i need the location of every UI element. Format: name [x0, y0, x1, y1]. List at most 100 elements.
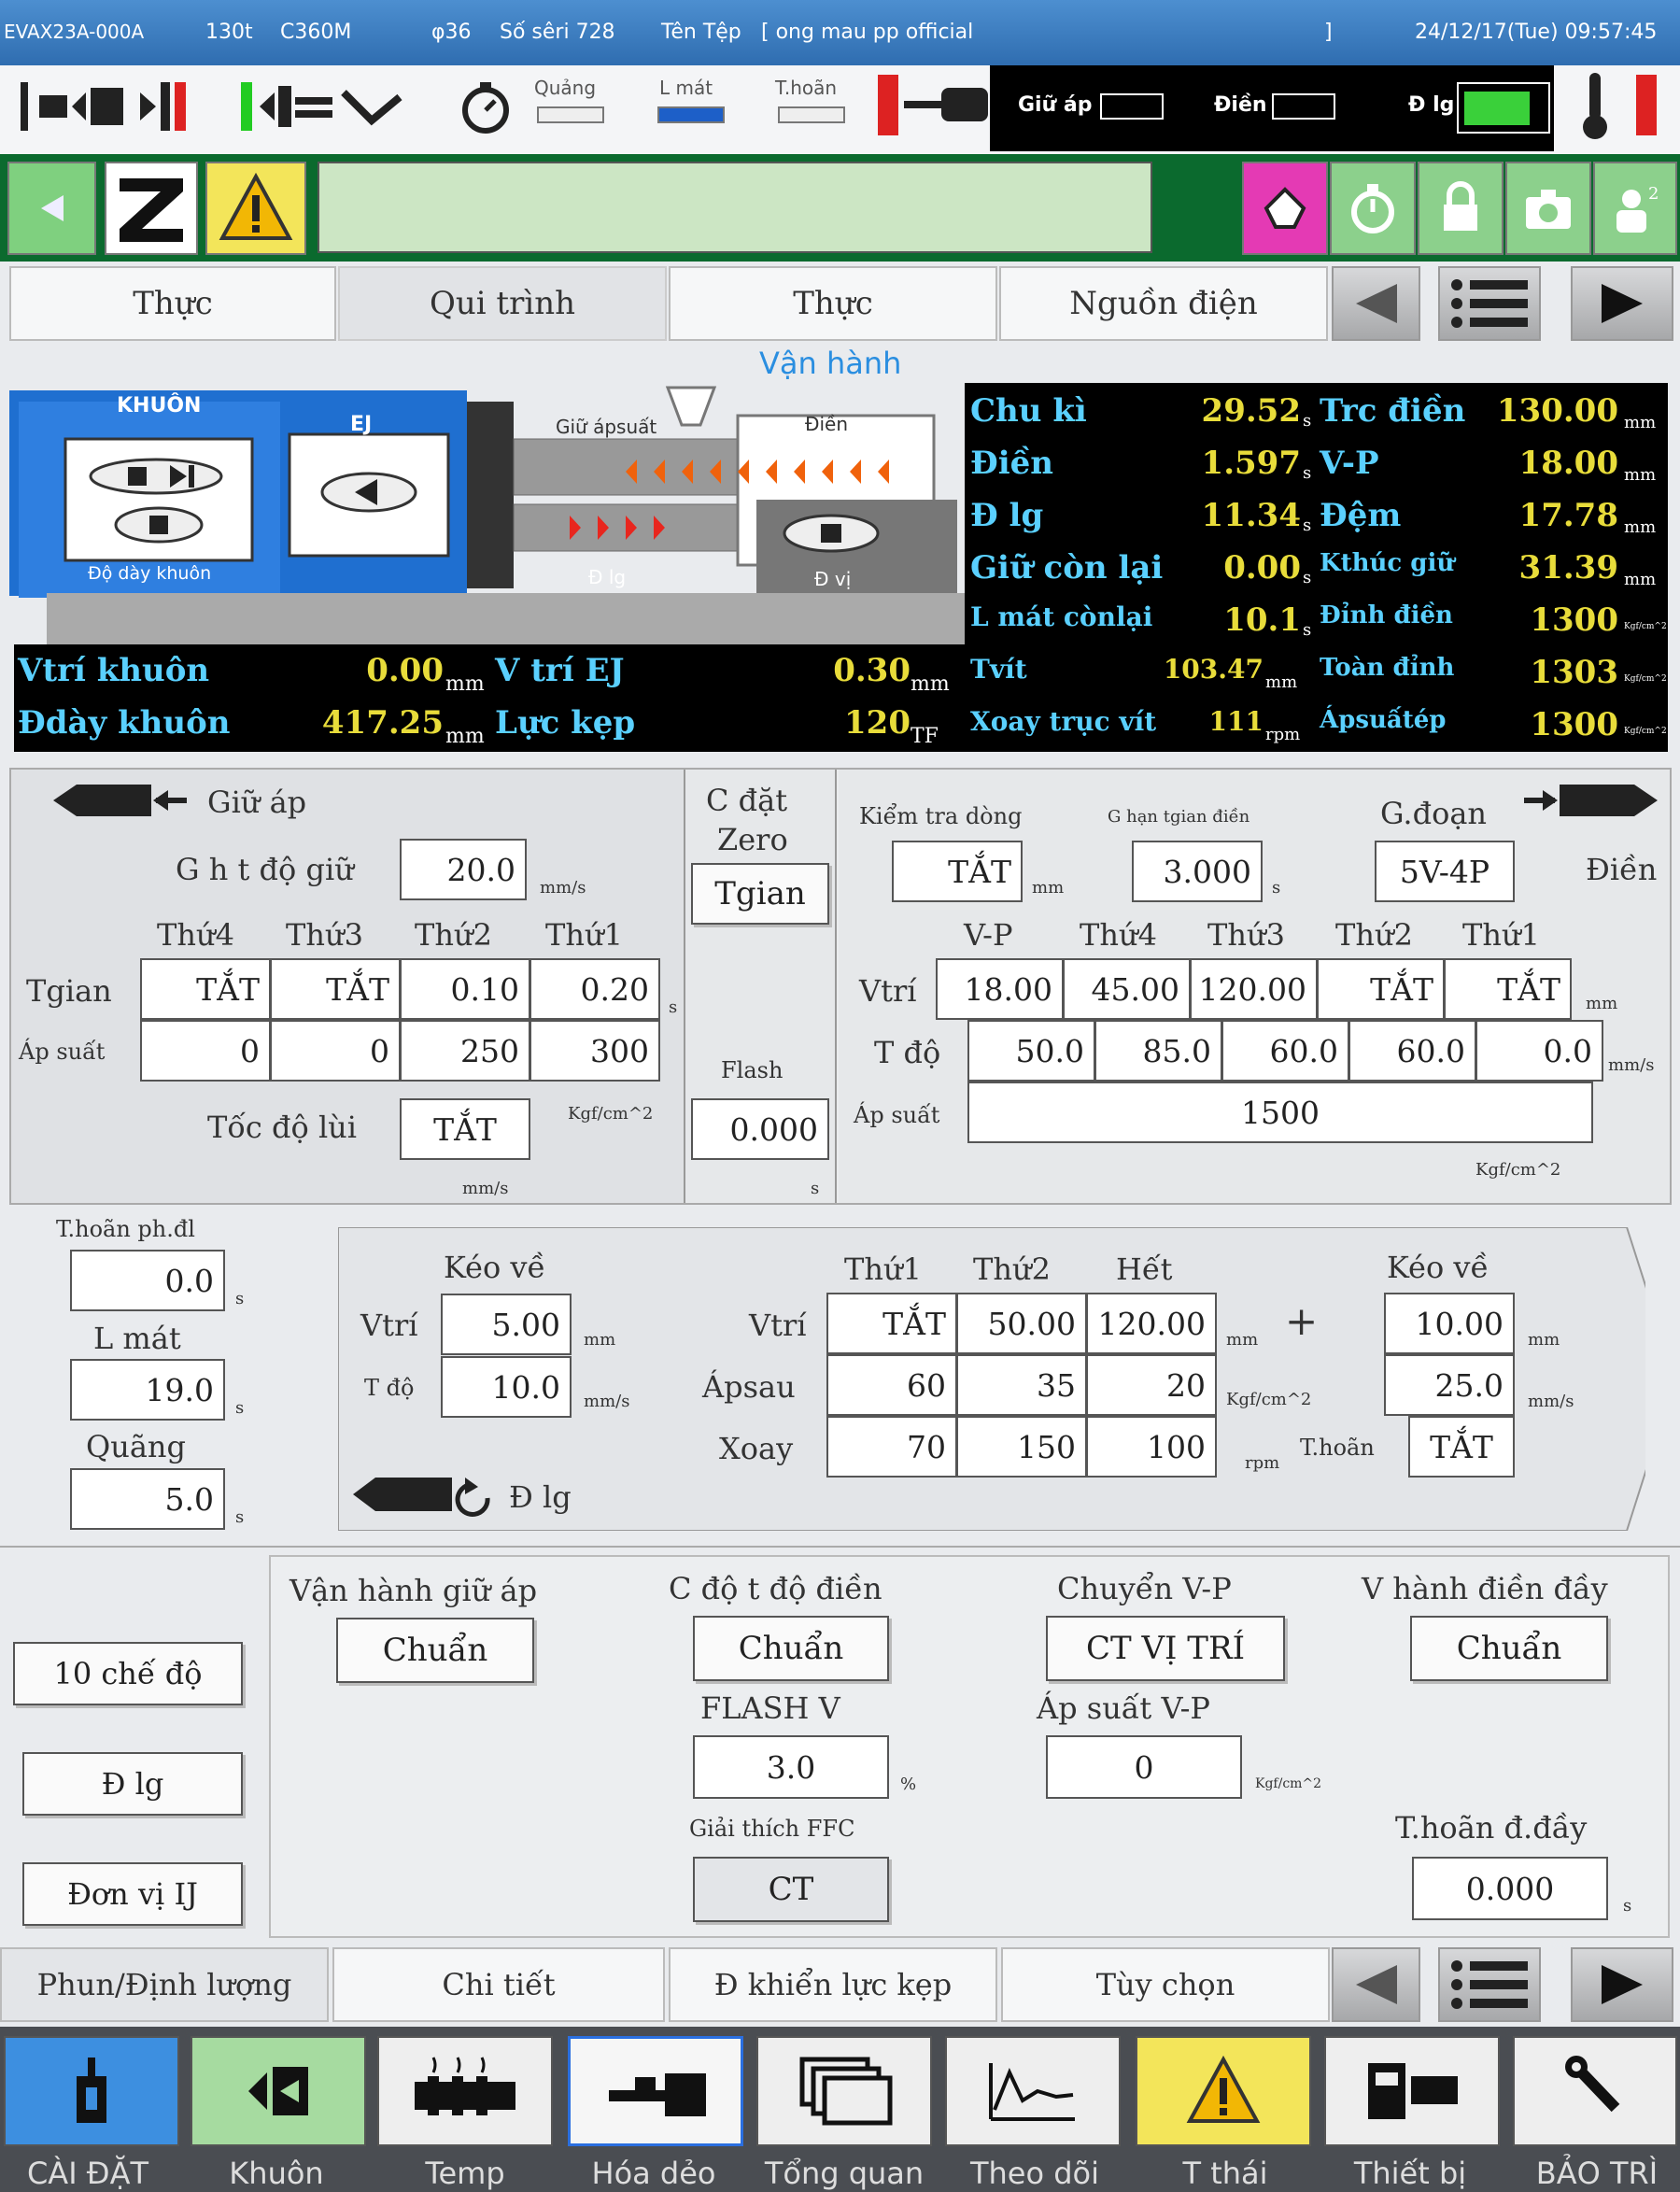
tab-options[interactable]: Tùy chọn: [1001, 1947, 1330, 2022]
back-speed-input[interactable]: TẮT: [400, 1098, 530, 1160]
lock-button[interactable]: [1418, 162, 1504, 255]
mold-stop-icon[interactable]: [112, 506, 205, 544]
charge-mode-button[interactable]: Đ lg: [22, 1752, 243, 1816]
suck-back-2-speed-input[interactable]: 25.0: [1384, 1354, 1515, 1416]
hold-pressure-4[interactable]: 0: [140, 1020, 271, 1082]
flash-unit: s: [811, 1179, 820, 1198]
mold-open-close-icon[interactable]: [86, 458, 226, 495]
suck-pos-input[interactable]: 5.00: [441, 1294, 572, 1355]
tab-next-button[interactable]: [1571, 266, 1673, 341]
ffc-button[interactable]: CT: [693, 1857, 889, 1922]
warning-button[interactable]: [205, 162, 306, 255]
charge-pos-2[interactable]: 50.00: [956, 1293, 1087, 1354]
hold-time-4[interactable]: TẮT: [140, 958, 271, 1020]
pack-delay-input[interactable]: 0.000: [1412, 1857, 1608, 1920]
warning-icon: [219, 172, 293, 240]
nav-temp-button[interactable]: [377, 2036, 553, 2146]
ten-modes-button[interactable]: 10 chế độ: [13, 1642, 243, 1705]
flash-input[interactable]: 0.000: [691, 1098, 829, 1160]
tab-prev-button[interactable]: [1332, 266, 1420, 341]
vp-switch-button[interactable]: CT VỊ TRÍ: [1046, 1616, 1285, 1681]
tab-details[interactable]: Chi tiết: [332, 1947, 665, 2022]
nav-monitor-button[interactable]: [945, 2036, 1121, 2146]
timer-button[interactable]: [1330, 162, 1416, 255]
tab-power[interactable]: Nguồn điện: [999, 266, 1328, 341]
inject-pos-4[interactable]: 45.00: [1063, 958, 1191, 1020]
hold-mode-button[interactable]: Chuẩn: [336, 1618, 534, 1683]
tab-clamp-control[interactable]: Đ khiển lực kẹp: [669, 1947, 997, 2022]
ij-unit-button[interactable]: Đơn vị IJ: [22, 1862, 243, 1926]
back-button[interactable]: [7, 162, 96, 255]
tab-actual-1[interactable]: Thực: [9, 266, 336, 341]
back-pressure-1[interactable]: 60: [826, 1354, 957, 1416]
injection-unit-icon[interactable]: [780, 514, 882, 553]
inject-speed-label: T độ: [874, 1035, 941, 1070]
nav-setup-button[interactable]: [4, 2036, 179, 2146]
inject-speed-3[interactable]: 60.0: [1221, 1020, 1349, 1082]
back-pressure-end[interactable]: 20: [1086, 1354, 1217, 1416]
interval-label: Quảng: [534, 77, 597, 99]
pack-mode-button[interactable]: Chuẩn: [1410, 1616, 1608, 1681]
inject-pos-2[interactable]: TẮT: [1317, 958, 1445, 1020]
bottom-next-button[interactable]: [1571, 1947, 1673, 2022]
inject-speed-2[interactable]: 60.0: [1348, 1020, 1476, 1082]
suck-back-2-pos-input[interactable]: 10.00: [1384, 1293, 1515, 1354]
inject-pos-1[interactable]: TẮT: [1444, 958, 1572, 1020]
fill-speed-mode-button[interactable]: Chuẩn: [693, 1616, 889, 1681]
hold-time-1[interactable]: 0.20: [529, 958, 660, 1020]
rotation-end[interactable]: 100: [1086, 1416, 1217, 1478]
inject-pos-3[interactable]: 120.00: [1190, 958, 1318, 1020]
nav-maintenance-button[interactable]: [1513, 2036, 1677, 2146]
hold-pressure-2[interactable]: 250: [400, 1020, 530, 1082]
interval-time-input[interactable]: 5.0: [70, 1468, 225, 1530]
inject-pressure-input[interactable]: 1500: [967, 1082, 1593, 1143]
nav-equipment-button[interactable]: [1324, 2036, 1500, 2146]
tab-menu-button[interactable]: [1438, 266, 1541, 341]
camera-button[interactable]: [1505, 162, 1591, 255]
flow-check-input[interactable]: TẮT: [892, 841, 1023, 902]
nav-mold-button[interactable]: [191, 2036, 366, 2146]
nav-plasticizing-button[interactable]: [568, 2036, 743, 2146]
monitor-label: Ápsuấtép: [1320, 706, 1447, 734]
suck-back-2-speed-unit: mm/s: [1528, 1392, 1574, 1411]
hold-title: Giữ áp: [207, 785, 307, 820]
flash-v-label: FLASH V: [700, 1690, 840, 1726]
charge-pos-1[interactable]: TẮT: [826, 1293, 957, 1354]
tab-actual-2[interactable]: Thực: [669, 266, 997, 341]
inject-pos-vp[interactable]: 18.00: [936, 958, 1064, 1020]
cooling-time-input[interactable]: 19.0: [70, 1359, 225, 1421]
tab-process[interactable]: Qui trình: [338, 266, 667, 341]
nav-status-button[interactable]: [1136, 2036, 1311, 2146]
charge-pos-end[interactable]: 120.00: [1086, 1293, 1217, 1354]
hold-time-2[interactable]: 0.10: [400, 958, 530, 1020]
bottom-menu-button[interactable]: [1438, 1947, 1541, 2022]
hold-col-4: Thứ4: [157, 917, 234, 953]
charge-delay-input[interactable]: 0.0: [70, 1250, 225, 1311]
rotation-2[interactable]: 150: [956, 1416, 1087, 1478]
vp-pressure-input[interactable]: 0: [1046, 1735, 1242, 1799]
user-button[interactable]: 2: [1593, 162, 1677, 255]
fill-limit-input[interactable]: 3.000: [1132, 841, 1263, 902]
stage-input[interactable]: 5V-4P: [1375, 841, 1515, 902]
plus-sign: +: [1285, 1298, 1319, 1344]
inject-speed-1[interactable]: 0.0: [1475, 1020, 1603, 1082]
inject-speed-4[interactable]: 85.0: [1094, 1020, 1222, 1082]
inject-speed-vp[interactable]: 50.0: [967, 1020, 1095, 1082]
charge-end-delay-input[interactable]: TẮT: [1408, 1416, 1515, 1478]
back-pressure-2[interactable]: 35: [956, 1354, 1087, 1416]
hold-pressure-3[interactable]: 0: [270, 1020, 401, 1082]
hold-speed-input[interactable]: 20.0: [400, 839, 527, 900]
nav-overview-button[interactable]: [756, 2036, 932, 2146]
tab-injection-metering[interactable]: Phun/Định lượng: [0, 1947, 329, 2022]
rotation-1[interactable]: 70: [826, 1416, 957, 1478]
ejector-back-icon[interactable]: [318, 472, 420, 513]
hold-pressure-1[interactable]: 300: [529, 1020, 660, 1082]
suck-speed-input[interactable]: 10.0: [441, 1356, 572, 1418]
bottom-prev-button[interactable]: [1332, 1947, 1420, 2022]
toolbar: 2: [0, 154, 1680, 262]
zero-mode-button[interactable]: Tgian: [691, 863, 829, 925]
flash-v-input[interactable]: 3.0: [693, 1735, 889, 1799]
hold-time-3[interactable]: TẮT: [270, 958, 401, 1020]
zero-button[interactable]: [105, 162, 198, 255]
manual-mode-button[interactable]: [1242, 162, 1328, 255]
